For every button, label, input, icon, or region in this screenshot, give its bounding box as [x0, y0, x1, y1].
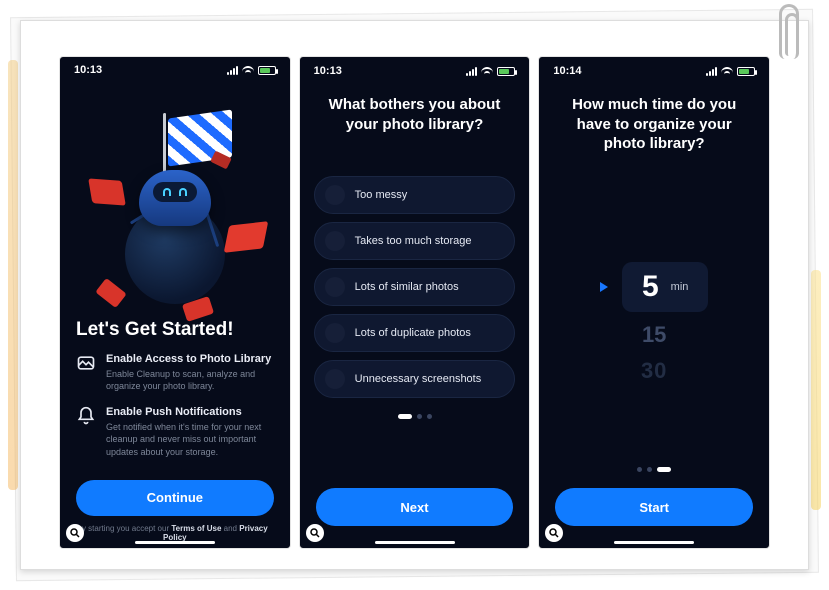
permission-push-notifications: Enable Push Notifications Get notified w… [76, 406, 274, 457]
home-indicator [135, 541, 215, 544]
radio-icon [325, 323, 345, 343]
status-bar: 10:13 [300, 57, 530, 85]
radio-icon [325, 185, 345, 205]
decorative-edge-left [8, 60, 18, 490]
permission-title: Enable Push Notifications [106, 406, 274, 418]
continue-button[interactable]: Continue [76, 480, 274, 516]
photo-library-icon [76, 353, 96, 373]
picker-option: 15 [642, 322, 666, 348]
option-similar-photos[interactable]: Lots of similar photos [314, 268, 516, 306]
paper-frame: 10:13 Let's Get Started! [20, 20, 809, 570]
play-icon [600, 282, 608, 292]
wifi-icon [242, 66, 254, 75]
option-label: Unnecessary screenshots [355, 373, 482, 385]
screen-get-started: 10:13 Let's Get Started! [59, 56, 291, 549]
status-indicators [706, 67, 755, 76]
zoom-icon[interactable] [66, 524, 84, 542]
screen-time-picker: 10:14 How much time do you have to organ… [538, 56, 770, 549]
option-too-much-storage[interactable]: Takes too much storage [314, 222, 516, 260]
next-button[interactable]: Next [316, 488, 514, 526]
bell-icon [76, 406, 96, 426]
picker-selected: 5 min [622, 262, 708, 312]
signal-icon [466, 67, 477, 76]
permission-title: Enable Access to Photo Library [106, 353, 274, 365]
battery-icon [258, 66, 276, 75]
start-button[interactable]: Start [555, 488, 753, 526]
radio-icon [325, 277, 345, 297]
picker-option: 30 [641, 358, 667, 384]
time-picker[interactable]: 5 min 15 30 [569, 262, 739, 384]
option-duplicate-photos[interactable]: Lots of duplicate photos [314, 314, 516, 352]
permission-subtitle: Get notified when it's time for your nex… [106, 421, 274, 457]
screenshot-row: 10:13 Let's Get Started! [59, 56, 770, 549]
option-label: Takes too much storage [355, 235, 472, 247]
zoom-icon[interactable] [306, 524, 324, 542]
status-indicators [227, 66, 276, 75]
option-label: Too messy [355, 189, 408, 201]
option-screenshots[interactable]: Unnecessary screenshots [314, 360, 516, 398]
page-indicator [539, 467, 769, 472]
page-indicator [300, 414, 530, 419]
button-label: Start [639, 500, 669, 515]
picker-value: 5 [642, 270, 659, 304]
legal-text: y starting you accept our Terms of Use a… [60, 524, 290, 548]
wifi-icon [721, 67, 733, 76]
option-label: Lots of duplicate photos [355, 327, 471, 339]
button-label: Continue [147, 490, 203, 505]
battery-icon [497, 67, 515, 76]
button-label: Next [400, 500, 428, 515]
home-indicator [614, 541, 694, 544]
signal-icon [706, 67, 717, 76]
radio-icon [325, 231, 345, 251]
radio-icon [325, 369, 345, 389]
permission-subtitle: Enable Cleanup to scan, analyze and orga… [106, 368, 274, 392]
question-text: How much time do you have to organize yo… [539, 85, 769, 172]
paperclip-decoration [779, 4, 799, 59]
picker-unit: min [671, 281, 689, 293]
robot-icon [139, 170, 211, 226]
decorative-edge-right [811, 270, 821, 510]
home-indicator [375, 541, 455, 544]
signal-icon [227, 66, 238, 75]
permission-photo-library: Enable Access to Photo Library Enable Cl… [76, 353, 274, 392]
battery-icon [737, 67, 755, 76]
options-list: Too messy Takes too much storage Lots of… [300, 176, 530, 398]
status-time: 10:14 [553, 65, 581, 77]
option-too-messy[interactable]: Too messy [314, 176, 516, 214]
option-label: Lots of similar photos [355, 281, 459, 293]
question-text: What bothers you about your photo librar… [300, 85, 530, 152]
terms-link[interactable]: Terms of Use [171, 524, 221, 533]
screen-what-bothers: 10:13 What bothers you about your photo … [299, 56, 531, 549]
status-indicators [466, 67, 515, 76]
page-title: Let's Get Started! [76, 319, 274, 341]
status-time: 10:13 [74, 64, 102, 76]
status-time: 10:13 [314, 65, 342, 77]
hero-illustration [60, 84, 290, 313]
wifi-icon [481, 67, 493, 76]
status-bar: 10:13 [60, 57, 290, 84]
status-bar: 10:14 [539, 57, 769, 85]
